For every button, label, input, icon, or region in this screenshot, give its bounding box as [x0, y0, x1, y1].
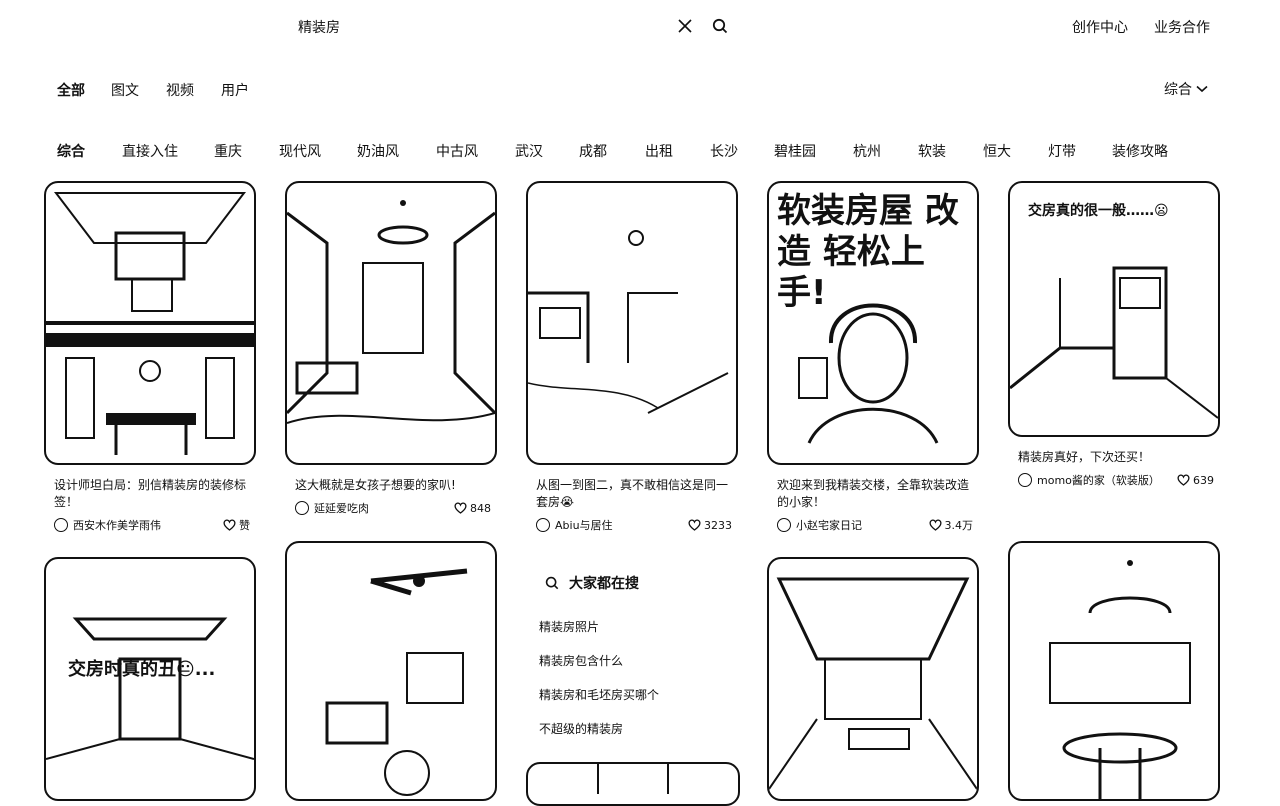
creator-center-link[interactable]: 创作中心	[1072, 17, 1128, 37]
note-cover-image: 交房时真的丑😐...	[44, 557, 256, 801]
like-count: 赞	[239, 519, 250, 532]
business-link[interactable]: 业务合作	[1154, 17, 1210, 37]
heart-icon	[223, 519, 236, 531]
chip-soft-furnishing[interactable]: 软装	[918, 141, 946, 161]
like-button[interactable]: 3.4万	[928, 517, 974, 533]
suggestion-item[interactable]: 精装房包含什么	[539, 652, 623, 669]
heart-icon	[928, 519, 942, 531]
note-card[interactable]: 交房时真的丑😐...	[44, 557, 256, 801]
heart-icon	[1177, 474, 1190, 486]
note-title[interactable]: 设计师坦白局：别信精装房的装修标签！	[54, 477, 250, 511]
note-title[interactable]: 这大概就是女孩子想要的家叭!	[295, 477, 491, 494]
suggestion-item[interactable]: 精装房和毛坯房买哪个	[539, 686, 659, 703]
tab-user[interactable]: 用户	[221, 80, 249, 100]
avatar[interactable]	[777, 518, 791, 532]
like-button[interactable]: 赞	[223, 517, 250, 533]
like-button[interactable]: 848	[454, 502, 491, 515]
chip-mid-century[interactable]: 中古风	[436, 141, 478, 161]
chip-direct-move-in[interactable]: 直接入住	[122, 141, 178, 161]
suggestions-title: 大家都在搜	[569, 576, 639, 592]
note-cover-image: 交房真的很一般……😦	[1008, 181, 1220, 437]
like-button[interactable]: 639	[1177, 474, 1214, 487]
sort-dropdown[interactable]: 综合	[1164, 79, 1208, 99]
chip-country-garden[interactable]: 碧桂园	[774, 141, 816, 161]
avatar[interactable]	[1018, 473, 1032, 487]
chip-hangzhou[interactable]: 杭州	[853, 141, 881, 161]
note-card[interactable]: 软装房屋 改造 轻松上手! 欢迎来到我精装交楼，全靠软装改造的小家！ 小赵宅家日…	[767, 181, 979, 533]
chip-light-strip[interactable]: 灯带	[1048, 141, 1076, 161]
search-icon[interactable]	[710, 16, 730, 36]
note-cover-image: 软装房屋 改造 轻松上手!	[767, 181, 979, 465]
like-count: 848	[470, 501, 491, 515]
search-input[interactable]: 精装房	[298, 17, 340, 37]
author-name[interactable]: 西安木作美学雨伟	[73, 517, 161, 533]
chip-comprehensive[interactable]: 综合	[57, 141, 85, 161]
author-name[interactable]: Abiu与居住	[555, 517, 613, 533]
chip-evergrande[interactable]: 恒大	[983, 141, 1011, 161]
note-card[interactable]: 从图一到图二，真不敢相信这是同一套房😭 Abiu与居住 3233	[526, 181, 738, 533]
note-cover-image	[44, 181, 256, 465]
suggestion-item[interactable]: 精装房照片	[539, 618, 599, 635]
heart-icon	[454, 502, 467, 514]
like-count: 639	[1193, 473, 1214, 487]
chip-cream-style[interactable]: 奶油风	[357, 141, 399, 161]
note-card[interactable]	[1008, 541, 1220, 801]
author-name[interactable]: 小赵宅家日记	[796, 517, 862, 533]
note-title[interactable]: 欢迎来到我精装交楼，全靠软装改造的小家！	[777, 477, 973, 511]
like-count: 3233	[704, 518, 732, 532]
clear-icon[interactable]	[675, 16, 695, 36]
tab-video[interactable]: 视频	[166, 80, 194, 100]
author-name[interactable]: momo酱的家（软装版）	[1037, 472, 1160, 488]
author-name[interactable]: 延延爱吃肉	[314, 500, 369, 516]
chip-changsha[interactable]: 长沙	[710, 141, 738, 161]
note-card[interactable]	[285, 541, 497, 801]
cover-overlay-text: 交房真的很一般……😦	[1028, 203, 1169, 219]
note-card[interactable]: 这大概就是女孩子想要的家叭! 延延爱吃肉 848	[285, 181, 497, 516]
suggestions-heading: 大家都在搜	[545, 573, 639, 593]
chip-rent[interactable]: 出租	[645, 141, 673, 161]
note-cover-image	[767, 557, 979, 801]
avatar[interactable]	[536, 518, 550, 532]
chevron-down-icon	[1196, 85, 1208, 93]
cover-overlay-text: 软装房屋 改造 轻松上手!	[777, 191, 959, 313]
sort-label: 综合	[1164, 82, 1192, 98]
note-card[interactable]: 交房真的很一般……😦 精装房真好，下次还买！ momo酱的家（软装版） 639	[1008, 181, 1220, 488]
note-card[interactable]	[767, 557, 979, 801]
chip-renovation-guide[interactable]: 装修攻略	[1112, 141, 1168, 161]
cover-overlay-text: 交房时真的丑😐...	[68, 659, 216, 680]
chip-chongqing[interactable]: 重庆	[214, 141, 242, 161]
chip-modern[interactable]: 现代风	[279, 141, 321, 161]
note-card[interactable]	[526, 762, 740, 806]
tab-image-text[interactable]: 图文	[111, 80, 139, 100]
suggestion-item[interactable]: 不超级的精装房	[539, 720, 623, 737]
like-button[interactable]: 3233	[688, 519, 732, 532]
search-icon	[545, 576, 559, 590]
like-count: 3.4万	[944, 519, 974, 532]
note-title[interactable]: 从图一到图二，真不敢相信这是同一套房😭	[536, 477, 732, 511]
chip-wuhan[interactable]: 武汉	[515, 141, 543, 161]
avatar[interactable]	[54, 518, 68, 532]
note-title[interactable]: 精装房真好，下次还买！	[1018, 449, 1214, 466]
heart-icon	[688, 519, 701, 531]
tab-all[interactable]: 全部	[57, 80, 85, 100]
note-cover-image	[285, 181, 497, 465]
note-cover-image	[1008, 541, 1220, 801]
note-cover-image	[285, 541, 497, 801]
chip-chengdu[interactable]: 成都	[579, 141, 607, 161]
note-card[interactable]: 设计师坦白局：别信精装房的装修标签！ 西安木作美学雨伟 赞	[44, 181, 256, 533]
avatar[interactable]	[295, 501, 309, 515]
note-cover-image	[526, 181, 738, 465]
